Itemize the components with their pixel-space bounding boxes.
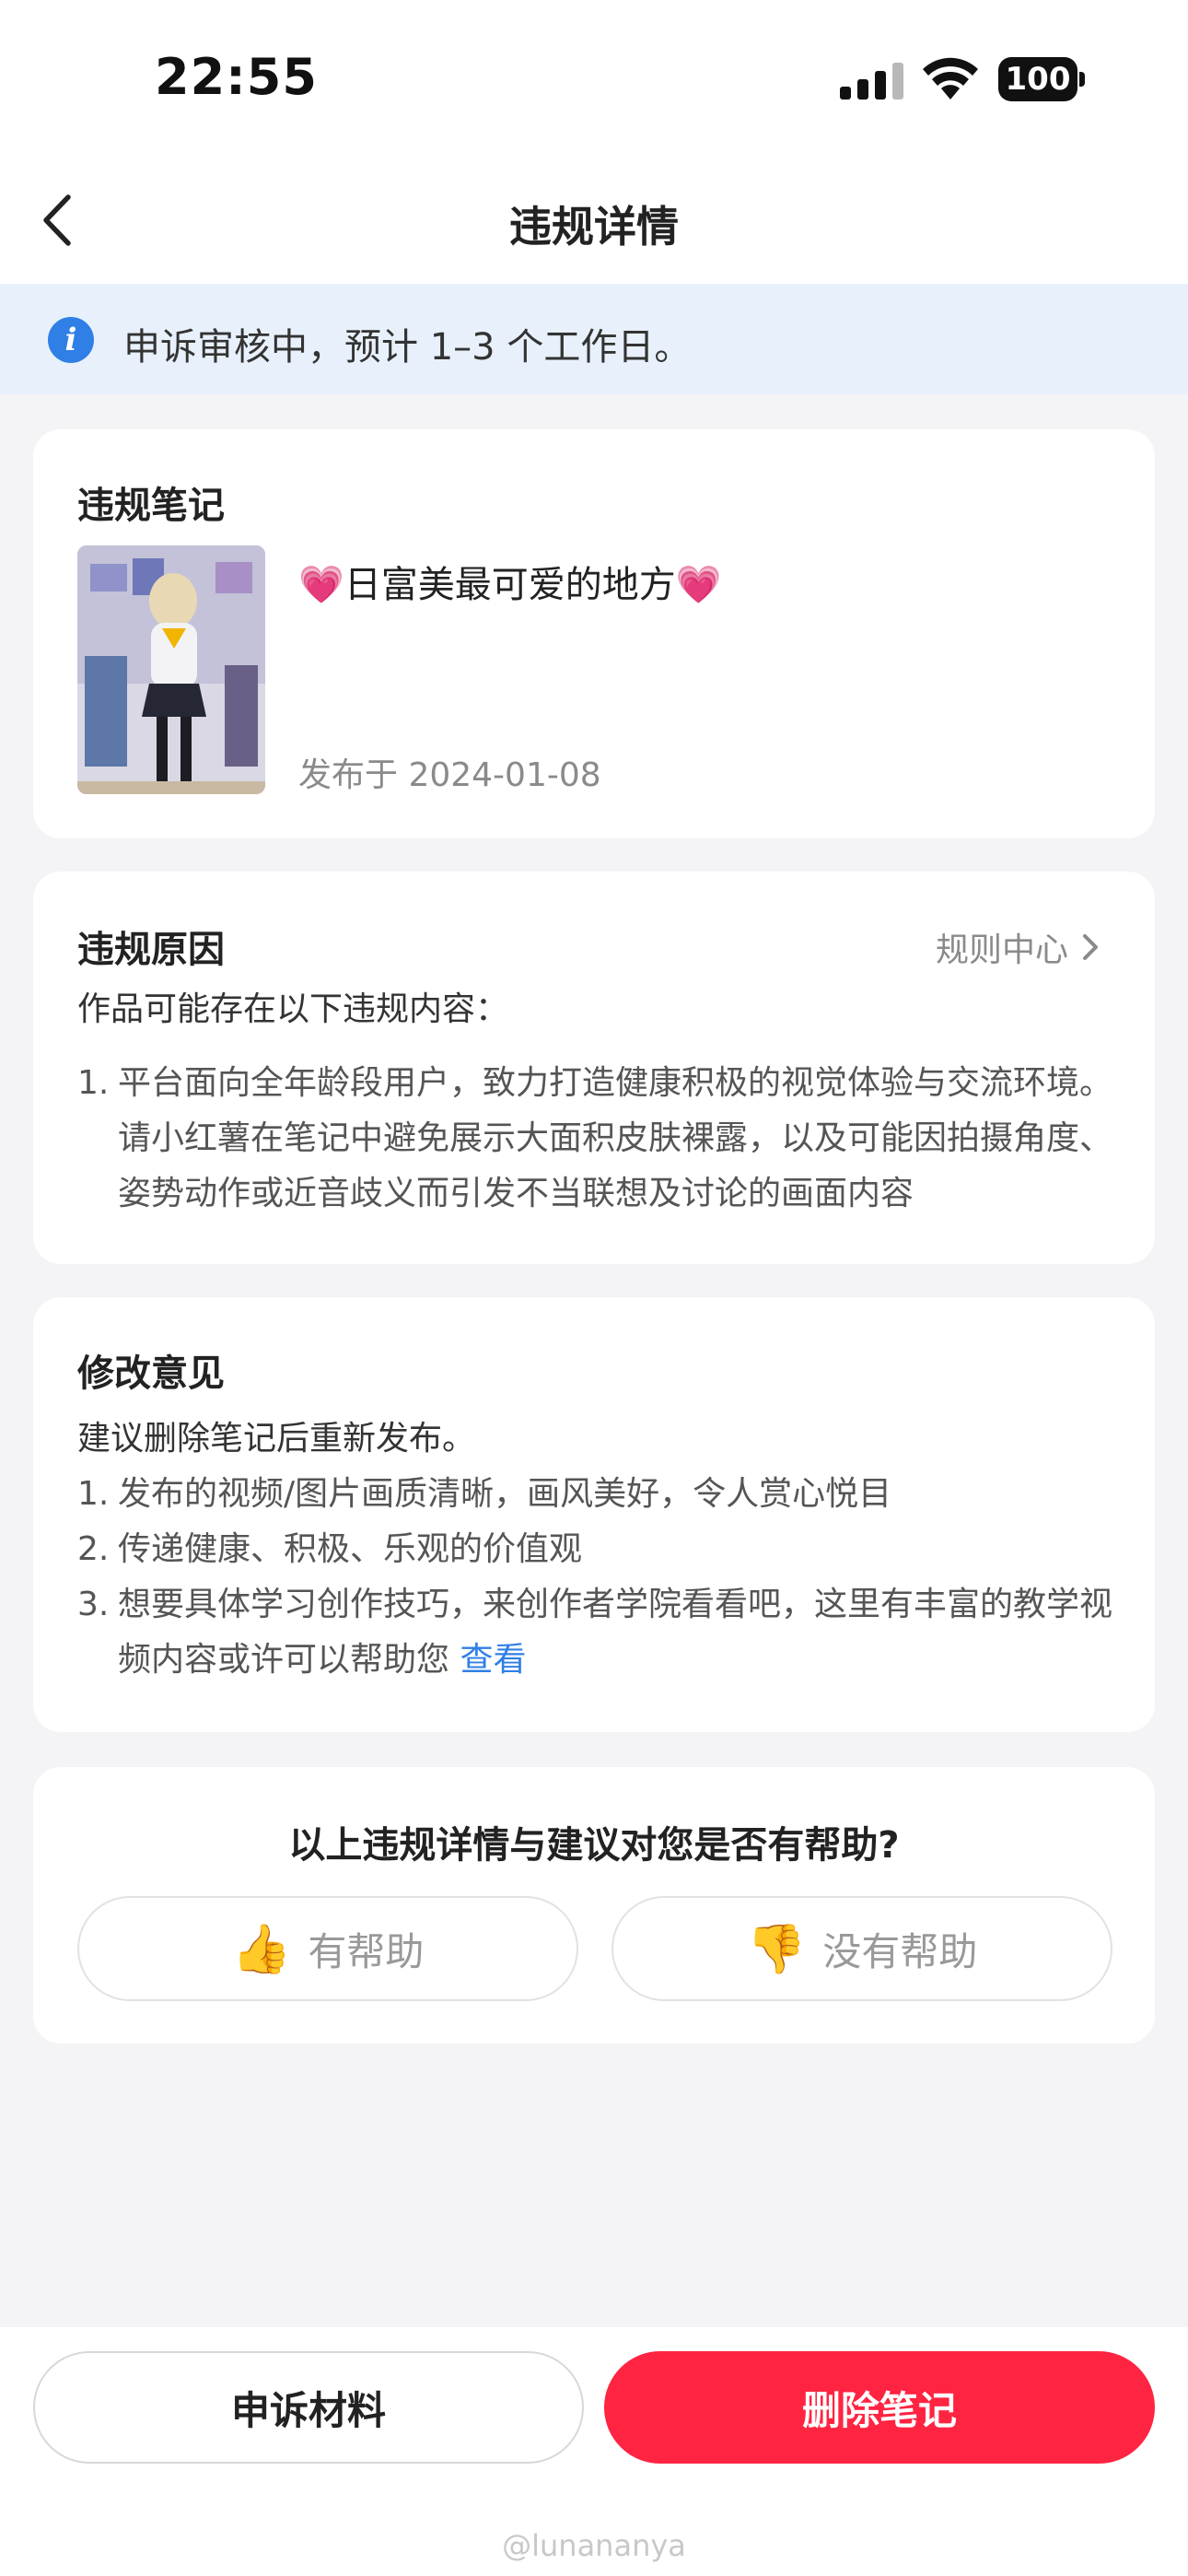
violating-note-card[interactable]: 违规笔记 💗日富美最可爱的地方💗 发布于 2024-01-08 <box>33 429 1155 838</box>
list-item: 1. 平台面向全年龄段用户，致力打造健康积极的视觉体验与交流环境。请小红薯在笔记… <box>77 1056 1127 1222</box>
suggestion-text: 发布的视频/图片画质清晰，画风美好，令人赏心悦目 <box>118 1475 892 1513</box>
heart-icon: 💗 <box>675 564 722 606</box>
reason-text: 平台面向全年龄段用户，致力打造健康积极的视觉体验与交流环境。请小红薯在笔记中避免… <box>118 1064 1113 1212</box>
card-title-suggestion: 修改意见 <box>77 1352 225 1395</box>
list-item: 2. 传递健康、积极、乐观的价值观 <box>77 1522 1127 1577</box>
list-number: 1. <box>77 1475 110 1513</box>
view-link[interactable]: 查看 <box>460 1641 526 1679</box>
suggestion-text-body: 想要具体学习创作技巧，来创作者学院看看吧，这里有丰富的教学视频内容或许可以帮助您 <box>118 1586 1113 1679</box>
suggestion-intro: 建议删除笔记后重新发布。 <box>77 1420 476 1458</box>
feedback-question: 以上违规详情与建议对您是否有帮助? <box>288 1824 900 1867</box>
page: 22:55 100 违规详情 i 申诉审核中，预计 1–3 个工作日。 违规笔记 <box>0 0 1188 2576</box>
helpful-button[interactable]: 👍 有帮助 <box>77 1896 578 2001</box>
wifi-icon <box>923 57 978 100</box>
thumbs-down-icon: 👎 <box>746 1921 807 1977</box>
status-time: 22:55 <box>155 48 318 106</box>
rule-center-link[interactable]: 规则中心 <box>936 923 1100 971</box>
appeal-status-banner: i 申诉审核中，预计 1–3 个工作日。 <box>0 284 1188 394</box>
heart-icon: 💗 <box>298 564 344 606</box>
not-helpful-button[interactable]: 👎 没有帮助 <box>611 1896 1112 2001</box>
suggestion-card: 修改意见 建议删除笔记后重新发布。 1. 发布的视频/图片画质清晰，画风美好，令… <box>33 1297 1155 1732</box>
note-thumbnail-image[interactable] <box>77 545 265 794</box>
suggestion-text: 传递健康、积极、乐观的价值观 <box>118 1530 583 1568</box>
cellular-signal-icon <box>840 63 903 100</box>
note-title: 💗日富美最可爱的地方💗 <box>298 555 722 608</box>
thumbs-up-icon: 👍 <box>231 1921 292 1977</box>
rule-center-label: 规则中心 <box>935 931 1068 969</box>
list-item: 1. 发布的视频/图片画质清晰，画风美好，令人赏心悦目 <box>77 1467 1127 1522</box>
not-helpful-label: 没有帮助 <box>822 1928 978 1974</box>
appeal-status-text: 申诉审核中，预计 1–3 个工作日。 <box>123 326 692 369</box>
card-title-reason: 违规原因 <box>77 929 225 971</box>
suggestion-text: 想要具体学习创作技巧，来创作者学院看看吧，这里有丰富的教学视频内容或许可以帮助您… <box>118 1577 1127 1688</box>
battery-level: 100 <box>998 57 1077 101</box>
helpful-label: 有帮助 <box>308 1928 425 1974</box>
violation-reason-card: 违规原因 规则中心 作品可能存在以下违规内容： 1. 平台面向全年龄段用户，致力… <box>33 872 1155 1264</box>
info-icon: i <box>48 317 94 363</box>
bottom-action-bar: 申诉材料 删除笔记 @lunananya <box>0 2327 1188 2576</box>
delete-note-button[interactable]: 删除笔记 <box>604 2351 1155 2464</box>
nav-bar: 违规详情 <box>0 157 1188 284</box>
page-title: 违规详情 <box>509 202 679 252</box>
note-title-text: 日富美最可爱的地方 <box>344 564 676 606</box>
battery-icon: 100 <box>998 57 1085 101</box>
note-publish-date: 发布于 2024-01-08 <box>298 756 601 794</box>
list-item: 3. 想要具体学习创作技巧，来创作者学院看看吧，这里有丰富的教学视频内容或许可以… <box>77 1577 1127 1688</box>
watermark: @lunananya <box>502 2528 686 2563</box>
list-number: 1. <box>77 1064 110 1102</box>
list-number: 2. <box>77 1530 110 1568</box>
status-bar: 22:55 100 <box>0 0 1188 157</box>
reason-intro: 作品可能存在以下违规内容： <box>77 990 509 1028</box>
card-title-note: 违规笔记 <box>77 485 225 527</box>
appeal-materials-button[interactable]: 申诉材料 <box>33 2351 584 2464</box>
chevron-right-icon <box>1083 934 1098 960</box>
list-number: 3. <box>77 1586 110 1623</box>
feedback-card: 以上违规详情与建议对您是否有帮助? 👍 有帮助 👎 没有帮助 <box>33 1767 1155 2043</box>
